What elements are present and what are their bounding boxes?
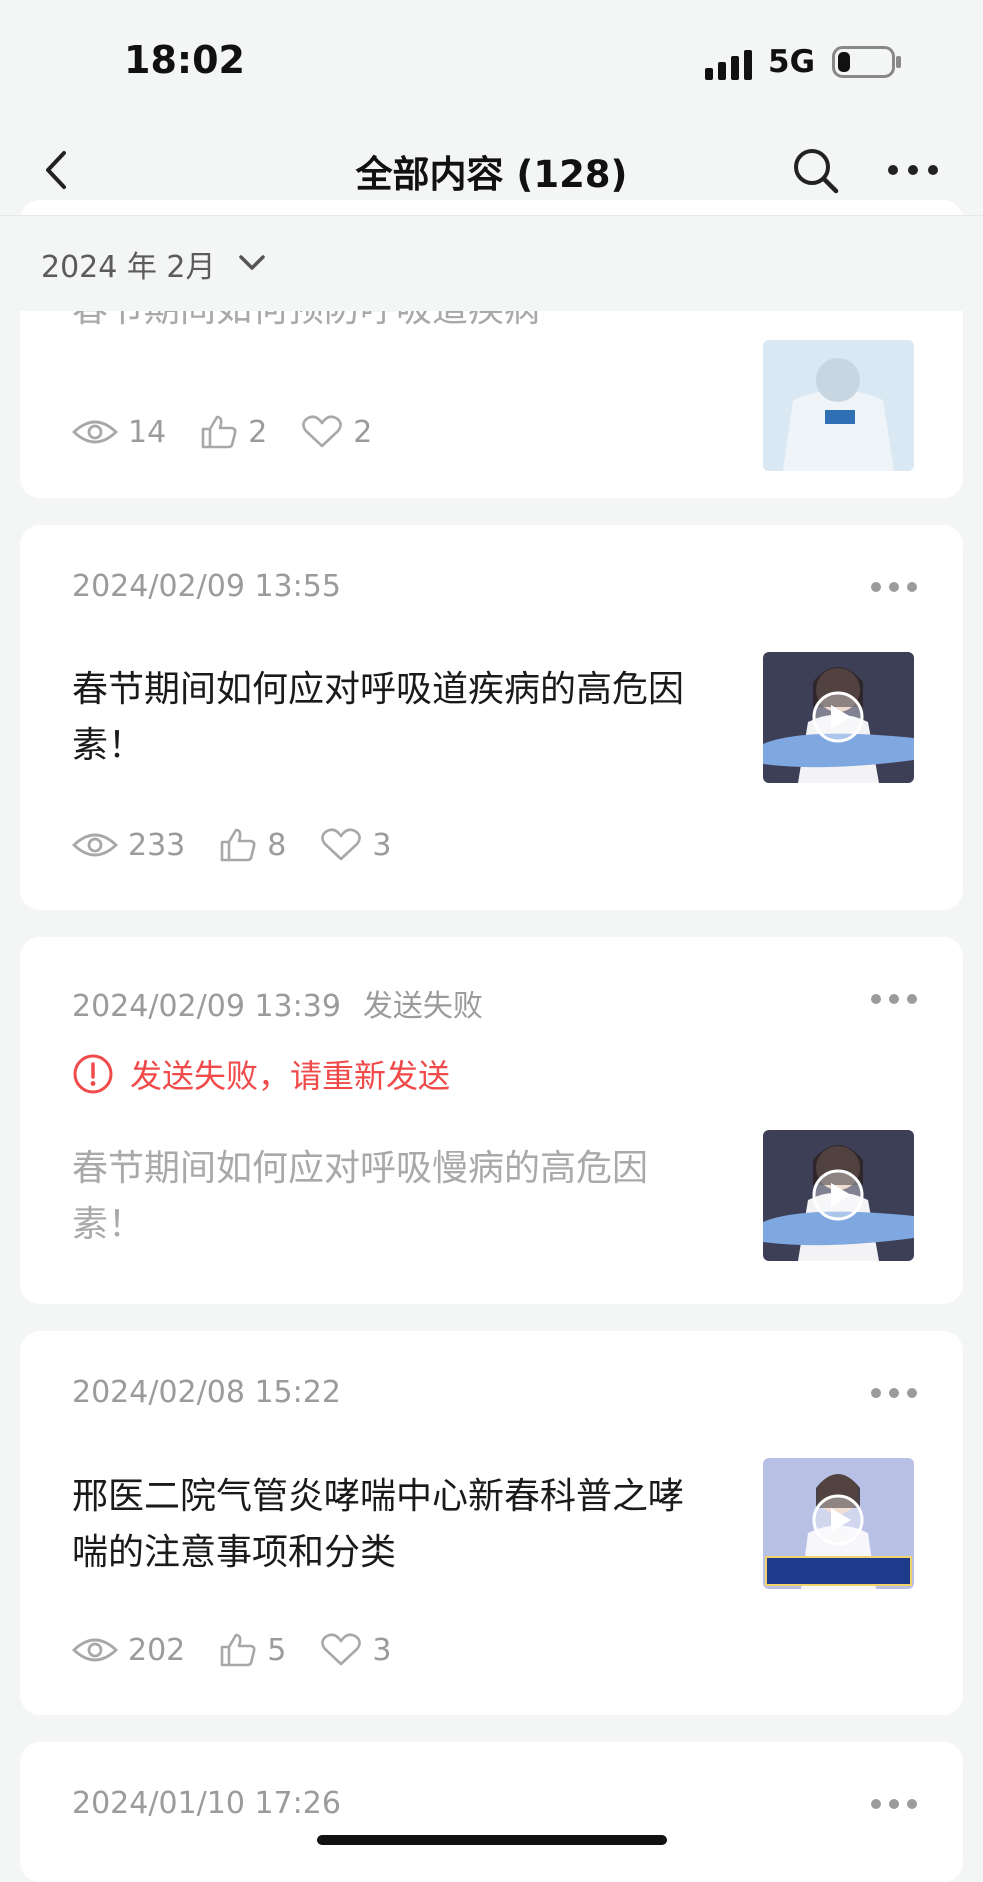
- more-icon[interactable]: [886, 155, 940, 185]
- eye-icon: [72, 833, 118, 857]
- heart-icon: [302, 415, 343, 448]
- views-stat: 202: [72, 1633, 185, 1668]
- more-icon[interactable]: [870, 1796, 918, 1812]
- video-thumbnail-image: [763, 1130, 914, 1261]
- post-thumbnail: [763, 340, 914, 471]
- likes-count: 8: [267, 827, 287, 863]
- send-failed-message[interactable]: 发送失败，请重新发送: [72, 1051, 450, 1097]
- post-status: 发送失败: [362, 989, 483, 1024]
- post-card[interactable]: 2024/01/10 17:26: [20, 1742, 963, 1882]
- thumbs-up-icon: [201, 415, 237, 449]
- post-title: 邢医二院气管炎哮喘中心新春科普之哮喘的注意事项和分类: [72, 1476, 685, 1573]
- likes-stat[interactable]: 2: [200, 414, 267, 450]
- post-stats: 202 5 3: [72, 1630, 425, 1670]
- status-time: 18:02: [124, 38, 245, 82]
- search-icon[interactable]: [788, 143, 844, 199]
- more-icon[interactable]: [870, 579, 918, 595]
- post-thumbnail: [763, 1458, 914, 1589]
- favorites-count: 3: [372, 1632, 392, 1668]
- views-count: 202: [128, 1632, 186, 1668]
- more-icon[interactable]: [870, 991, 918, 1007]
- favorites-stat[interactable]: 3: [320, 828, 391, 863]
- views-count: 14: [128, 414, 167, 450]
- likes-stat[interactable]: 8: [219, 827, 286, 863]
- video-thumbnail-image: [763, 1458, 914, 1589]
- month-filter[interactable]: 2024 年 2月: [0, 215, 983, 311]
- post-title: 春节期间如何应对呼吸道疾病的高危因素！: [72, 669, 685, 766]
- post-card[interactable]: 2024/02/09 13:39 发送失败 发送失败，请重新发送 春节期间如何应对…: [20, 937, 963, 1304]
- post-date-row: 2024/02/09 13:39 发送失败: [72, 981, 483, 1025]
- post-thumbnail: [763, 1130, 914, 1261]
- network-type: 5G: [768, 44, 816, 80]
- home-indicator[interactable]: [317, 1835, 667, 1845]
- signal-icon: [705, 50, 752, 80]
- views-count: 233: [128, 827, 186, 863]
- heart-icon: [321, 828, 362, 861]
- post-card[interactable]: 2024/02/09 13:55 春节期间如何应对呼吸道疾病的高危因素！ 233…: [20, 525, 963, 910]
- likes-stat[interactable]: 5: [219, 1632, 286, 1668]
- thumbs-up-icon: [220, 1633, 256, 1667]
- thumbs-up-icon: [220, 828, 256, 862]
- favorites-count: 2: [353, 414, 373, 450]
- heart-icon: [321, 1633, 362, 1666]
- favorites-stat[interactable]: 2: [301, 415, 372, 450]
- post-date: 2024/02/09 13:39: [72, 989, 341, 1024]
- views-stat: 233: [72, 828, 185, 863]
- post-card[interactable]: 2024/02/08 15:22 邢医二院气管炎哮喘中心新春科普之哮喘的注意事项…: [20, 1331, 963, 1715]
- video-thumbnail-image: [763, 652, 914, 783]
- likes-count: 2: [248, 414, 268, 450]
- post-stats: 233 8 3: [72, 825, 425, 865]
- views-stat: 14: [72, 415, 166, 450]
- post-date: 2024/01/10 17:26: [72, 1786, 341, 1821]
- status-bar: 18:02 5G: [0, 0, 983, 125]
- battery-icon: [832, 46, 901, 78]
- more-icon[interactable]: [870, 1385, 918, 1401]
- eye-icon: [72, 1638, 118, 1662]
- favorites-count: 3: [372, 827, 392, 863]
- post-thumbnail: [763, 652, 914, 783]
- post-stats: 14 2 2: [72, 412, 406, 452]
- send-failed-text: 发送失败，请重新发送: [130, 1057, 451, 1095]
- post-title: 春节期间如何应对呼吸慢病的高危因素！: [72, 1148, 649, 1245]
- chevron-down-icon: [239, 255, 265, 270]
- likes-count: 5: [267, 1632, 287, 1668]
- favorites-stat[interactable]: 3: [320, 1633, 391, 1668]
- alert-icon: [73, 1054, 113, 1094]
- post-date: 2024/02/09 13:55: [72, 569, 341, 604]
- month-filter-label: 2024 年 2月: [41, 250, 216, 285]
- post-date: 2024/02/08 15:22: [72, 1375, 341, 1410]
- eye-icon: [72, 420, 118, 444]
